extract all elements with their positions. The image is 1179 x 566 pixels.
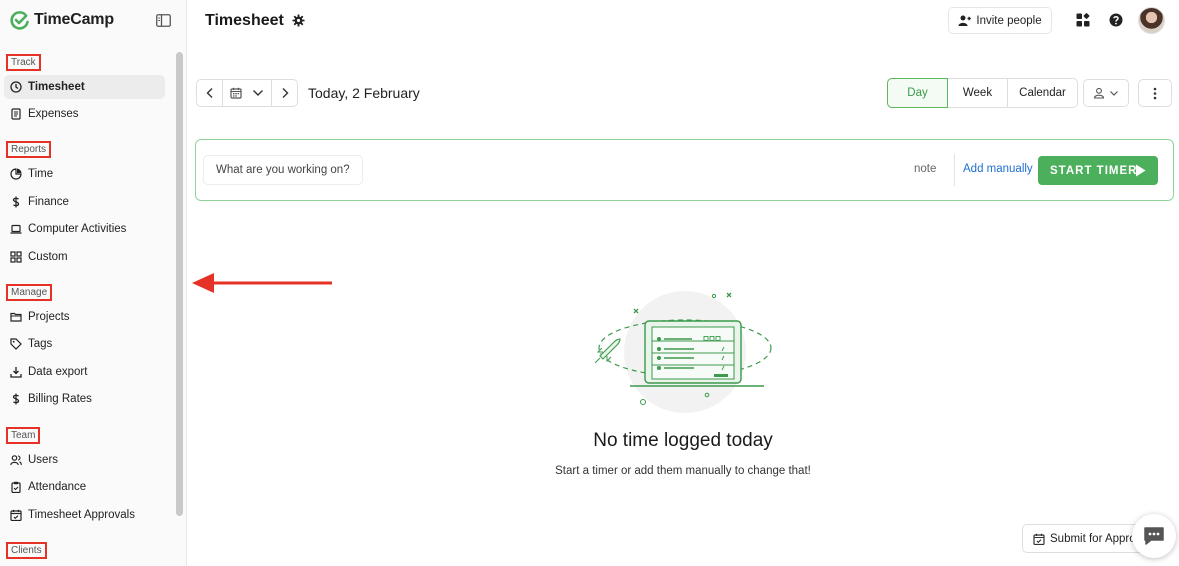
page-title: Timesheet	[205, 12, 284, 29]
more-vertical-icon	[1153, 87, 1157, 99]
sidebar-item-label: Billing Rates	[28, 393, 92, 405]
folder-icon	[10, 312, 22, 322]
sidebar-item-label: Timesheet Approvals	[28, 509, 135, 521]
section-manage: Manage	[6, 284, 53, 301]
sidebar-item-billing-rates[interactable]: Billing Rates	[4, 387, 165, 411]
submit-for-approval-label: Submit for Appro	[1050, 532, 1136, 545]
start-timer-button[interactable]: START TIMER	[1038, 156, 1158, 185]
timecamp-logo-icon	[10, 11, 29, 30]
receipt-icon	[11, 108, 21, 120]
empty-timesheet-illustration-icon	[594, 291, 772, 413]
clock-icon	[10, 81, 22, 93]
view-switcher: Day Week Calendar	[887, 78, 1078, 108]
timer-bar: note Add manually START TIMER	[195, 139, 1174, 201]
note-button[interactable]: note	[914, 163, 936, 175]
date-picker-button[interactable]	[222, 79, 272, 107]
calendar-check-icon	[1033, 533, 1045, 545]
sidebar-item-timesheet-approvals[interactable]: Timesheet Approvals	[4, 503, 165, 527]
start-timer-label: START TIMER	[1050, 164, 1138, 177]
next-day-button[interactable]	[271, 79, 298, 107]
add-user-icon	[958, 15, 972, 26]
sidebar-item-label: Expenses	[28, 108, 79, 120]
user-filter-dropdown[interactable]	[1083, 79, 1129, 107]
sidebar-item-label: Projects	[28, 311, 70, 323]
invite-people-button[interactable]: Invite people	[948, 7, 1052, 34]
sidebar-item-tags[interactable]: Tags	[4, 332, 165, 356]
sidebar-item-projects[interactable]: Projects	[4, 305, 165, 329]
task-description-input[interactable]	[203, 155, 363, 185]
clipboard-icon	[11, 481, 21, 493]
tab-week[interactable]: Week	[947, 78, 1008, 108]
section-reports: Reports	[6, 141, 52, 158]
more-options-button[interactable]	[1138, 79, 1172, 107]
section-clients: Clients	[6, 542, 47, 559]
sidebar-item-label: Attendance	[28, 481, 87, 493]
sidebar-item-label: Time	[28, 168, 54, 180]
apps-icon[interactable]	[1076, 13, 1090, 27]
sidebar-item-custom[interactable]: Custom	[4, 245, 165, 269]
sidebar-item-computer-activities[interactable]: Computer Activities	[4, 217, 165, 241]
pie-chart-icon	[10, 168, 22, 180]
help-icon[interactable]	[1109, 13, 1123, 27]
sidebar-item-label: Computer Activities	[28, 223, 127, 235]
empty-state-subtitle: Start a timer or add them manually to ch…	[555, 465, 811, 477]
dollar-icon	[12, 196, 20, 208]
sidebar-item-expenses[interactable]: Expenses	[4, 102, 165, 126]
sidebar-item-attendance[interactable]: Attendance	[4, 475, 165, 499]
sidebar: TimeCamp Track Timesheet Expenses Report…	[0, 0, 187, 566]
chevron-down-icon	[1110, 90, 1118, 96]
annotation-arrow-icon	[192, 273, 332, 293]
chat-support-button[interactable]	[1132, 514, 1176, 558]
chevron-down-icon	[253, 90, 263, 96]
sidebar-item-label: Timesheet	[28, 81, 85, 93]
sidebar-collapse-icon[interactable]	[156, 14, 171, 27]
download-icon	[10, 367, 22, 378]
sidebar-item-time[interactable]: Time	[4, 162, 165, 186]
app-logo[interactable]: TimeCamp	[10, 10, 114, 30]
play-icon	[1136, 164, 1146, 177]
chat-icon	[1144, 527, 1164, 545]
sidebar-item-label: Data export	[28, 366, 88, 378]
sidebar-item-label: Custom	[28, 251, 68, 263]
sidebar-item-timesheet[interactable]: Timesheet	[4, 75, 165, 99]
sidebar-item-label: Finance	[28, 196, 69, 208]
sidebar-item-data-export[interactable]: Data export	[4, 360, 165, 384]
gear-icon[interactable]	[292, 14, 305, 27]
app-root: TimeCamp Track Timesheet Expenses Report…	[0, 0, 1179, 566]
grid-icon	[10, 251, 22, 263]
user-icon	[1093, 87, 1105, 99]
avatar[interactable]	[1138, 7, 1165, 34]
tab-calendar[interactable]: Calendar	[1007, 78, 1078, 108]
chevron-right-icon	[282, 88, 288, 98]
tag-icon	[10, 338, 22, 350]
laptop-icon	[10, 224, 22, 234]
current-date-label: Today, 2 February	[308, 85, 420, 101]
submit-for-approval-button[interactable]: Submit for Appro	[1022, 524, 1146, 553]
calendar-icon	[230, 87, 242, 99]
sidebar-item-label: Tags	[28, 338, 53, 350]
tab-day[interactable]: Day	[887, 78, 948, 108]
add-manually-link[interactable]: Add manually	[963, 163, 1033, 175]
previous-day-button[interactable]	[196, 79, 223, 107]
section-track: Track	[6, 54, 41, 71]
calendar-check-icon	[10, 509, 22, 521]
dollar-icon	[12, 393, 20, 405]
sidebar-item-finance[interactable]: Finance	[4, 190, 165, 214]
empty-state-title: No time logged today	[593, 430, 773, 451]
divider	[954, 154, 955, 186]
chevron-left-icon	[206, 88, 212, 98]
app-name: TimeCamp	[34, 11, 114, 28]
invite-people-label: Invite people	[976, 14, 1042, 27]
